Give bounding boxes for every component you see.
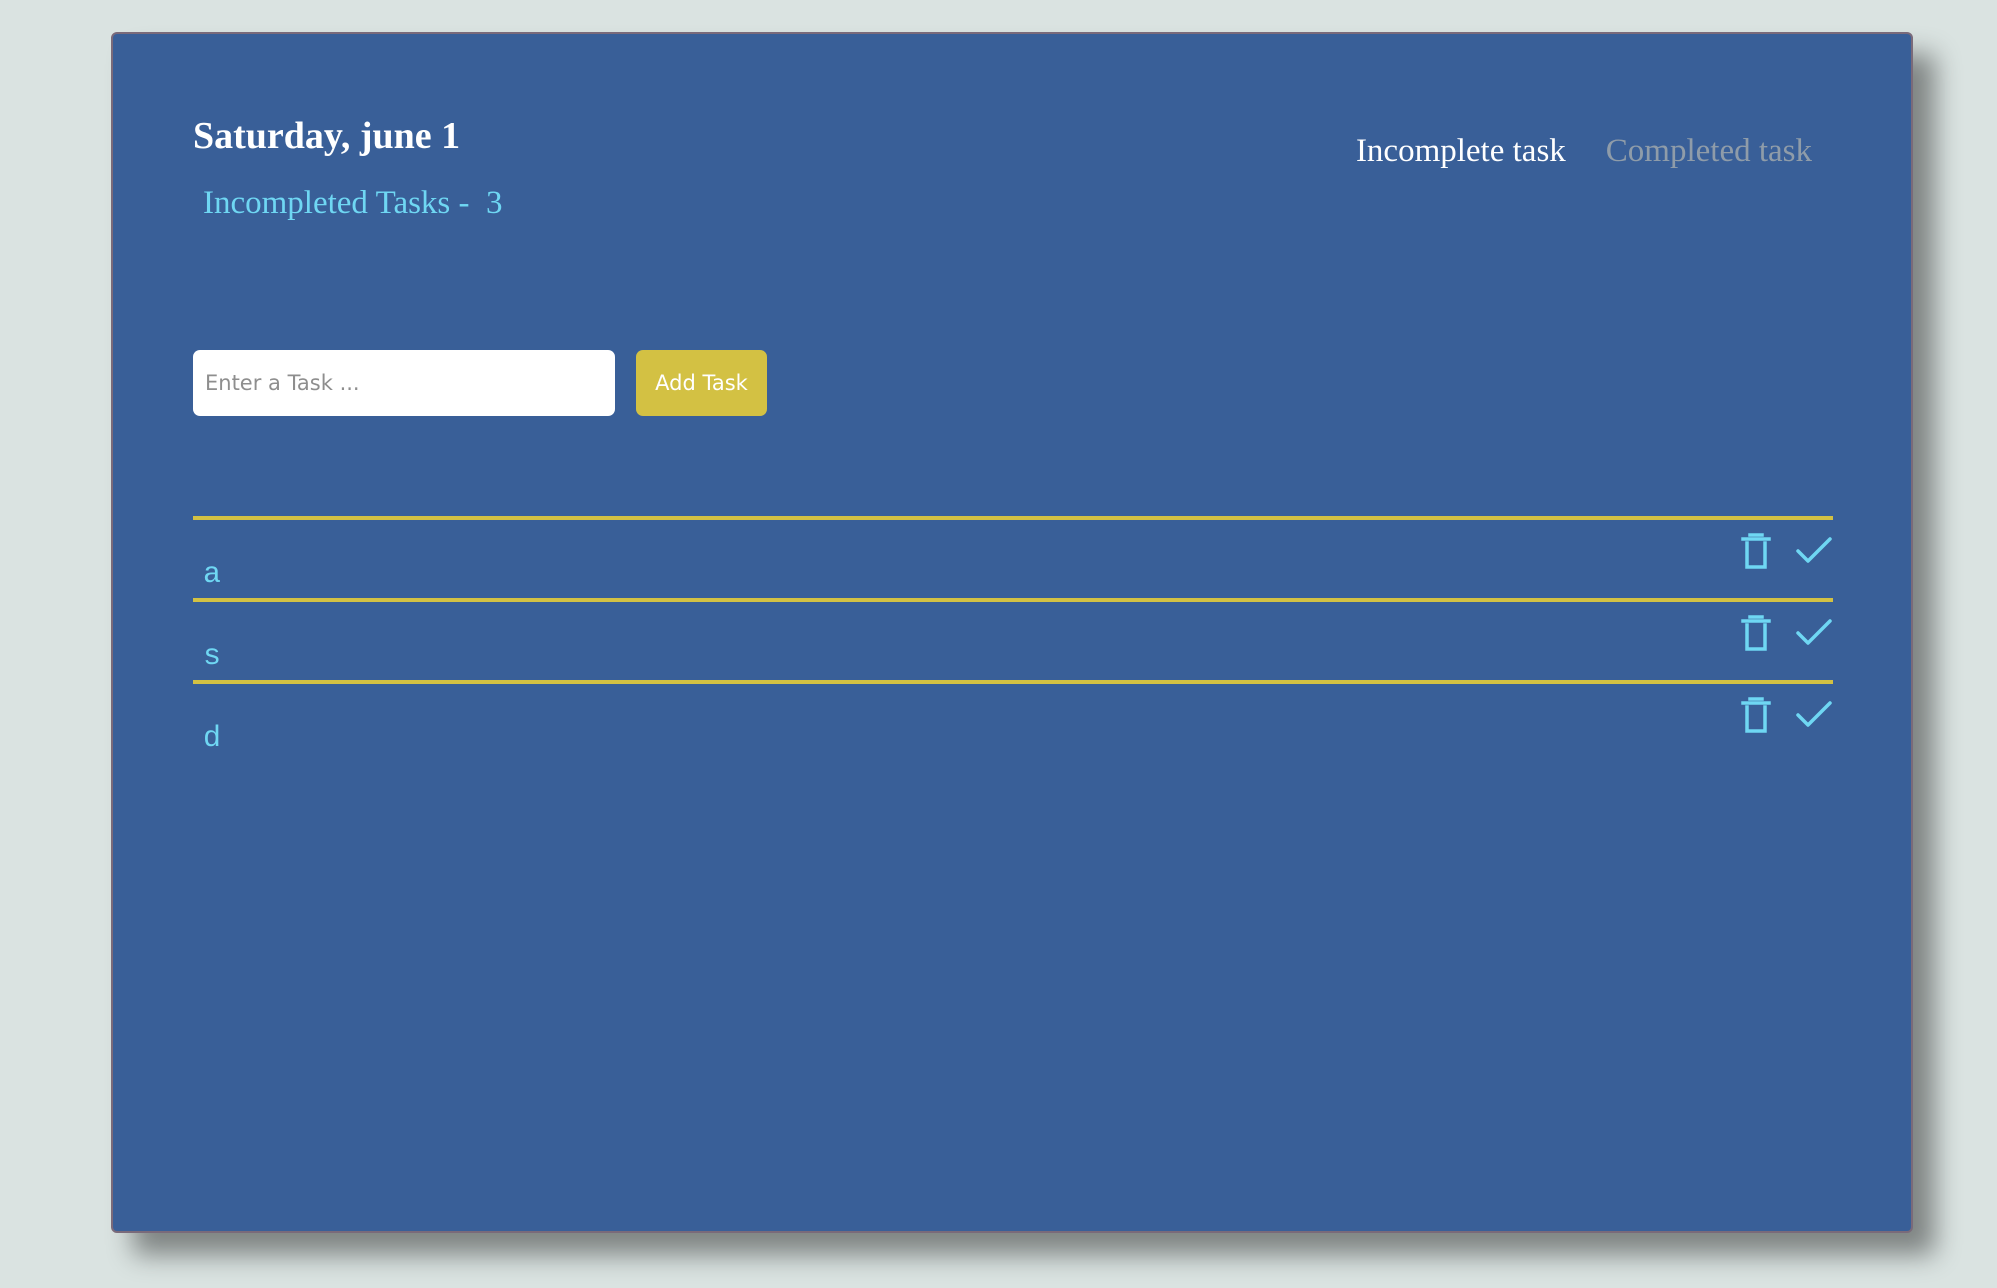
tab-incomplete[interactable]: Incomplete task	[1356, 130, 1566, 173]
checkmark-icon[interactable]	[1795, 696, 1833, 734]
trash-icon[interactable]	[1737, 696, 1775, 734]
trash-icon[interactable]	[1737, 532, 1775, 570]
counter-value: 3	[486, 185, 503, 221]
task-text: s	[203, 640, 222, 674]
task-text: d	[203, 722, 222, 756]
task-actions	[1737, 532, 1833, 570]
task-actions	[1737, 614, 1833, 652]
incomplete-counter: Incompleted Tasks - 3	[203, 182, 503, 225]
checkmark-icon[interactable]	[1795, 532, 1833, 570]
page-title: Saturday, june 1	[193, 115, 461, 157]
task-list: a s d	[193, 516, 1833, 762]
task-tabs: Incomplete task Completed task	[1356, 130, 1812, 173]
task-row: a	[193, 516, 1833, 598]
todo-card: Saturday, june 1 Incompleted Tasks - 3 I…	[111, 32, 1913, 1233]
add-task-button[interactable]: Add Task	[636, 350, 767, 416]
counter-label: Incompleted Tasks -	[203, 185, 487, 221]
task-input[interactable]	[193, 350, 615, 416]
task-actions	[1737, 696, 1833, 734]
task-row: d	[193, 680, 1833, 762]
checkmark-icon[interactable]	[1795, 614, 1833, 652]
task-text: a	[203, 558, 222, 592]
tab-completed[interactable]: Completed task	[1606, 130, 1812, 173]
task-row: s	[193, 598, 1833, 680]
trash-icon[interactable]	[1737, 614, 1775, 652]
